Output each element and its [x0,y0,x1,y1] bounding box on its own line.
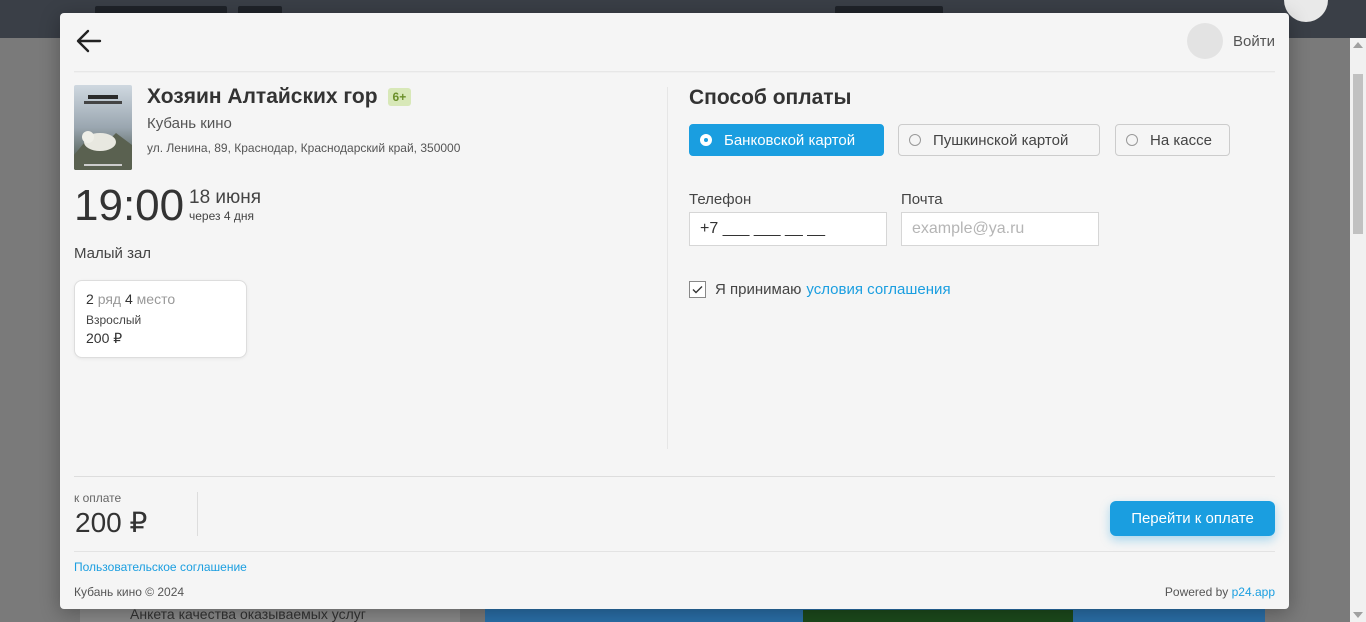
movie-poster [74,85,132,170]
cinema-name: Кубань кино [147,115,232,132]
copyright: Кубань кино © 2024 [74,585,185,599]
powered-by-text: Powered by [1164,585,1229,599]
phone-label: Телефон [689,191,752,208]
payment-option-label: Банковской картой [724,131,856,149]
session-date-relative: через 4 дня [189,209,254,223]
session-time: 19:00 [74,181,185,230]
header-divider [74,71,1275,73]
footer-divider [74,476,1275,477]
seat-word: место [136,291,176,307]
arrow-left-icon [76,29,102,53]
page-scrollbar[interactable] [1350,38,1366,622]
login-button[interactable]: Войти [1187,23,1275,59]
column-divider [667,87,668,449]
radio-icon[interactable] [1126,134,1138,146]
ticket-price: 200 ₽ [86,330,123,346]
payment-option-label: На кассе [1150,131,1212,149]
avatar [1187,23,1224,59]
background-banner-graphic [803,610,1073,622]
phone-field[interactable] [689,212,887,246]
payment-option-label: Пушкинской картой [933,131,1069,149]
row-number: 2 [86,291,94,307]
footer-divider-bottom [74,551,1275,552]
total-divider [197,492,198,536]
email-field[interactable] [901,212,1099,246]
session-date: 18 июня [189,187,262,208]
scroll-down-arrow-icon[interactable] [1353,612,1363,618]
age-rating-badge: 6+ [387,88,412,106]
total-label: к оплате [74,491,122,505]
agreement-checkbox[interactable] [689,281,706,298]
payment-option-pushkin-card[interactable]: Пушкинской картой [898,124,1100,156]
proceed-to-payment-button[interactable]: Перейти к оплате [1110,501,1275,536]
radio-icon[interactable] [909,134,921,146]
background-banner [485,608,1265,622]
hall-name: Малый зал [74,245,152,262]
scroll-up-arrow-icon[interactable] [1353,42,1363,48]
row-word: ряд [97,291,122,307]
movie-title: Хозяин Алтайских гор 6+ [147,85,412,109]
scrollbar-thumb[interactable] [1353,74,1363,234]
agreement-terms-link[interactable]: условия соглашения [806,281,950,298]
ticket-card: 2 ряд 4 место Взрослый 200 ₽ [74,280,247,358]
radio-selected-icon[interactable] [700,134,712,146]
checkmark-icon [692,286,703,294]
email-label: Почта [901,191,943,208]
ticket-type: Взрослый [86,313,142,327]
payment-method-title: Способ оплаты [689,86,852,109]
payment-option-cashier[interactable]: На кассе [1115,124,1230,156]
seat-info: 2 ряд 4 место [86,291,175,307]
login-label: Войти [1233,32,1275,50]
powered-by-link[interactable]: p24.app [1232,585,1275,599]
checkout-modal: Войти Хозяин Алтайских гор 6+ Кубань кин… [60,13,1289,609]
payment-option-card[interactable]: Банковской картой [689,124,884,156]
agreement-row: Я принимаю условия соглашения [689,281,951,298]
powered-by: Powered by p24.app [1165,585,1275,599]
poster-image [74,85,132,170]
back-button[interactable] [74,27,104,55]
user-agreement-link[interactable]: Пользовательское соглашение [74,560,247,574]
total-amount: 200 ₽ [75,507,148,538]
cinema-address: ул. Ленина, 89, Краснодар, Краснодарский… [147,141,461,155]
movie-title-text: Хозяин Алтайских гор [147,85,378,108]
seat-number: 4 [124,291,133,307]
agreement-text: Я принимаю [715,281,802,298]
